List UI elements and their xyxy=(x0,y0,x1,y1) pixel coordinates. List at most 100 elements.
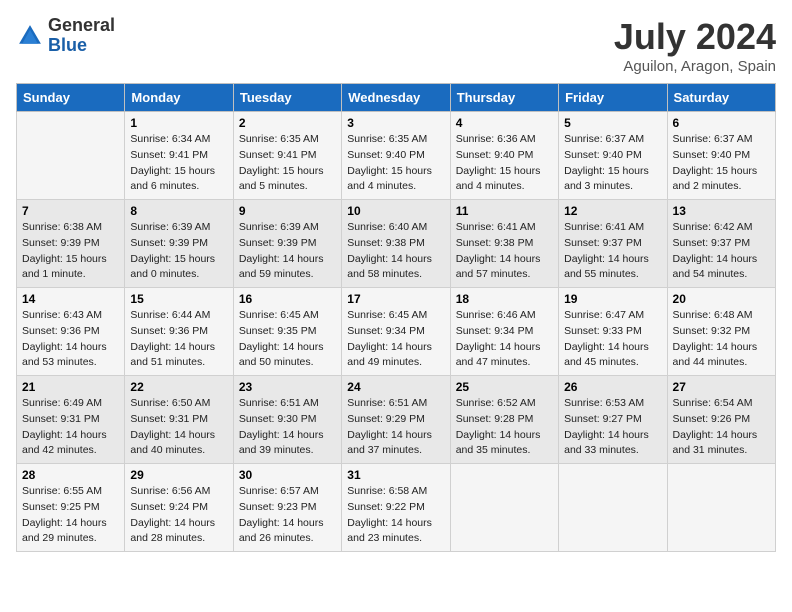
calendar-cell: 13 Sunrise: 6:42 AM Sunset: 9:37 PM Dayli… xyxy=(667,200,775,288)
calendar-cell: 10 Sunrise: 6:40 AM Sunset: 9:38 PM Dayli… xyxy=(342,200,450,288)
calendar-cell: 29Sunrise: 6:56 AM Sunset: 9:24 PM Dayli… xyxy=(125,464,233,552)
day-number: 22 xyxy=(130,380,227,394)
day-info: Sunrise: 6:34 AM Sunset: 9:41 PM Dayligh… xyxy=(130,132,227,195)
day-of-week-header: Wednesday xyxy=(342,84,450,112)
logo-general-text: General xyxy=(48,16,115,36)
calendar-cell: 18 Sunrise: 6:46 AM Sunset: 9:34 PM Dayli… xyxy=(450,288,558,376)
day-info: Sunrise: 6:53 AM Sunset: 9:27 PM Dayligh… xyxy=(564,396,661,459)
day-info: Sunrise: 6:45 AM Sunset: 9:34 PM Dayligh… xyxy=(347,308,444,371)
day-info: Sunrise: 6:57 AM Sunset: 9:23 PM Dayligh… xyxy=(239,484,336,547)
calendar-cell: 30 Sunrise: 6:57 AM Sunset: 9:23 PM Dayli… xyxy=(233,464,341,552)
calendar-cell: 2 Sunrise: 6:35 AM Sunset: 9:41 PM Daylig… xyxy=(233,112,341,200)
calendar-cell: 8 Sunrise: 6:39 AM Sunset: 9:39 PM Daylig… xyxy=(125,200,233,288)
day-number: 30 xyxy=(239,468,336,482)
calendar-cell: 7Sunrise: 6:38 AM Sunset: 9:39 PM Daylig… xyxy=(17,200,125,288)
day-number: 27 xyxy=(673,380,770,394)
calendar-cell: 22Sunrise: 6:50 AM Sunset: 9:31 PM Dayli… xyxy=(125,376,233,464)
calendar-cell: 14 Sunrise: 6:43 AM Sunset: 9:36 PM Dayli… xyxy=(17,288,125,376)
day-info: Sunrise: 6:42 AM Sunset: 9:37 PM Dayligh… xyxy=(673,220,770,283)
day-number: 10 xyxy=(347,204,444,218)
day-info: Sunrise: 6:56 AM Sunset: 9:24 PM Dayligh… xyxy=(130,484,227,547)
day-number: 4 xyxy=(456,116,553,130)
calendar-cell: 3 Sunrise: 6:35 AM Sunset: 9:40 PM Daylig… xyxy=(342,112,450,200)
day-number: 12 xyxy=(564,204,661,218)
day-info: Sunrise: 6:51 AM Sunset: 9:30 PM Dayligh… xyxy=(239,396,336,459)
day-info: Sunrise: 6:35 AM Sunset: 9:40 PM Dayligh… xyxy=(347,132,444,195)
title-block: July 2024 Aguilon, Aragon, Spain xyxy=(614,16,776,75)
day-number: 11 xyxy=(456,204,553,218)
calendar-cell: 25 Sunrise: 6:52 AM Sunset: 9:28 PM Dayli… xyxy=(450,376,558,464)
day-number: 31 xyxy=(347,468,444,482)
calendar-cell: 31 Sunrise: 6:58 AM Sunset: 9:22 PM Dayli… xyxy=(342,464,450,552)
day-info: Sunrise: 6:39 AM Sunset: 9:39 PM Dayligh… xyxy=(130,220,227,283)
day-number: 13 xyxy=(673,204,770,218)
day-number: 3 xyxy=(347,116,444,130)
calendar-cell: 26Sunrise: 6:53 AM Sunset: 9:27 PM Dayli… xyxy=(559,376,667,464)
day-number: 19 xyxy=(564,292,661,306)
day-number: 6 xyxy=(673,116,770,130)
day-info: Sunrise: 6:41 AM Sunset: 9:37 PM Dayligh… xyxy=(564,220,661,283)
calendar-week-row: 21 Sunrise: 6:49 AM Sunset: 9:31 PM Dayli… xyxy=(17,376,776,464)
day-of-week-header: Tuesday xyxy=(233,84,341,112)
calendar-cell: 28 Sunrise: 6:55 AM Sunset: 9:25 PM Dayli… xyxy=(17,464,125,552)
calendar-cell xyxy=(17,112,125,200)
calendar-cell xyxy=(559,464,667,552)
calendar-cell: 16Sunrise: 6:45 AM Sunset: 9:35 PM Dayli… xyxy=(233,288,341,376)
day-info: Sunrise: 6:55 AM Sunset: 9:25 PM Dayligh… xyxy=(22,484,119,547)
calendar-cell: 19 Sunrise: 6:47 AM Sunset: 9:33 PM Dayli… xyxy=(559,288,667,376)
calendar-cell: 6Sunrise: 6:37 AM Sunset: 9:40 PM Daylig… xyxy=(667,112,775,200)
day-info: Sunrise: 6:43 AM Sunset: 9:36 PM Dayligh… xyxy=(22,308,119,371)
day-info: Sunrise: 6:47 AM Sunset: 9:33 PM Dayligh… xyxy=(564,308,661,371)
location-subtitle: Aguilon, Aragon, Spain xyxy=(614,58,776,75)
day-number: 18 xyxy=(456,292,553,306)
day-of-week-header: Sunday xyxy=(17,84,125,112)
day-of-week-header: Saturday xyxy=(667,84,775,112)
calendar-cell: 11 Sunrise: 6:41 AM Sunset: 9:38 PM Dayli… xyxy=(450,200,558,288)
day-number: 28 xyxy=(22,468,119,482)
calendar-cell: 24 Sunrise: 6:51 AM Sunset: 9:29 PM Dayli… xyxy=(342,376,450,464)
day-info: Sunrise: 6:40 AM Sunset: 9:38 PM Dayligh… xyxy=(347,220,444,283)
day-number: 1 xyxy=(130,116,227,130)
calendar-week-row: 28 Sunrise: 6:55 AM Sunset: 9:25 PM Dayli… xyxy=(17,464,776,552)
day-info: Sunrise: 6:41 AM Sunset: 9:38 PM Dayligh… xyxy=(456,220,553,283)
calendar-cell: 20 Sunrise: 6:48 AM Sunset: 9:32 PM Dayli… xyxy=(667,288,775,376)
day-number: 14 xyxy=(22,292,119,306)
day-of-week-header: Monday xyxy=(125,84,233,112)
calendar-week-row: 7Sunrise: 6:38 AM Sunset: 9:39 PM Daylig… xyxy=(17,200,776,288)
day-number: 21 xyxy=(22,380,119,394)
calendar-cell: 23Sunrise: 6:51 AM Sunset: 9:30 PM Dayli… xyxy=(233,376,341,464)
day-info: Sunrise: 6:52 AM Sunset: 9:28 PM Dayligh… xyxy=(456,396,553,459)
day-number: 9 xyxy=(239,204,336,218)
logo-blue-text: Blue xyxy=(48,36,115,56)
day-number: 25 xyxy=(456,380,553,394)
day-info: Sunrise: 6:36 AM Sunset: 9:40 PM Dayligh… xyxy=(456,132,553,195)
calendar-cell: 21 Sunrise: 6:49 AM Sunset: 9:31 PM Dayli… xyxy=(17,376,125,464)
calendar-cell: 9 Sunrise: 6:39 AM Sunset: 9:39 PM Daylig… xyxy=(233,200,341,288)
day-info: Sunrise: 6:37 AM Sunset: 9:40 PM Dayligh… xyxy=(564,132,661,195)
day-info: Sunrise: 6:35 AM Sunset: 9:41 PM Dayligh… xyxy=(239,132,336,195)
day-number: 8 xyxy=(130,204,227,218)
day-number: 2 xyxy=(239,116,336,130)
calendar-table: SundayMondayTuesdayWednesdayThursdayFrid… xyxy=(16,83,776,552)
day-number: 16 xyxy=(239,292,336,306)
day-of-week-header: Friday xyxy=(559,84,667,112)
day-info: Sunrise: 6:38 AM Sunset: 9:39 PM Dayligh… xyxy=(22,220,119,283)
logo: General Blue xyxy=(16,16,115,56)
day-info: Sunrise: 6:48 AM Sunset: 9:32 PM Dayligh… xyxy=(673,308,770,371)
calendar-cell: 27Sunrise: 6:54 AM Sunset: 9:26 PM Dayli… xyxy=(667,376,775,464)
day-number: 5 xyxy=(564,116,661,130)
day-info: Sunrise: 6:49 AM Sunset: 9:31 PM Dayligh… xyxy=(22,396,119,459)
day-info: Sunrise: 6:51 AM Sunset: 9:29 PM Dayligh… xyxy=(347,396,444,459)
day-number: 20 xyxy=(673,292,770,306)
day-number: 17 xyxy=(347,292,444,306)
day-info: Sunrise: 6:58 AM Sunset: 9:22 PM Dayligh… xyxy=(347,484,444,547)
day-info: Sunrise: 6:39 AM Sunset: 9:39 PM Dayligh… xyxy=(239,220,336,283)
day-number: 24 xyxy=(347,380,444,394)
day-info: Sunrise: 6:46 AM Sunset: 9:34 PM Dayligh… xyxy=(456,308,553,371)
day-number: 15 xyxy=(130,292,227,306)
calendar-header-row: SundayMondayTuesdayWednesdayThursdayFrid… xyxy=(17,84,776,112)
calendar-cell: 1 Sunrise: 6:34 AM Sunset: 9:41 PM Daylig… xyxy=(125,112,233,200)
day-of-week-header: Thursday xyxy=(450,84,558,112)
calendar-cell xyxy=(667,464,775,552)
page-header: General Blue July 2024 Aguilon, Aragon, … xyxy=(16,16,776,75)
